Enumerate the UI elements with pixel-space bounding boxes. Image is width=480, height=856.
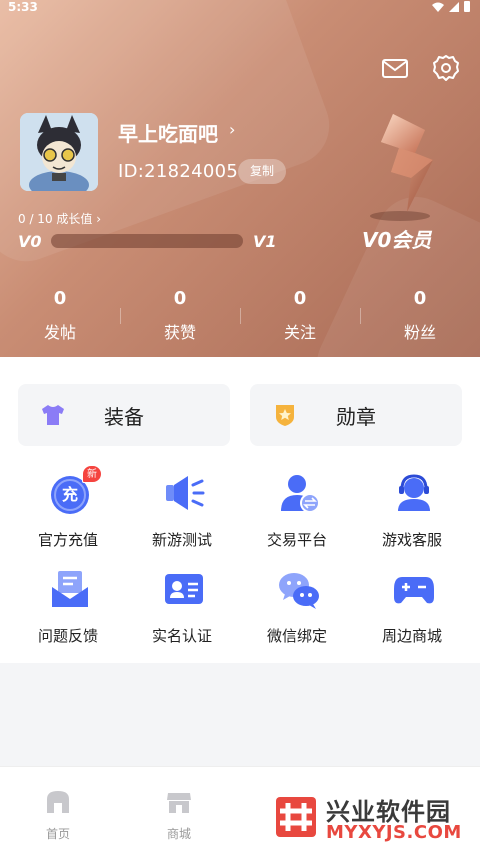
medal-button[interactable]: 勋章 [250,384,462,446]
headset-icon [398,474,430,511]
service-label: 微信绑定 [266,627,327,645]
service-label: 新游测试 [151,531,212,549]
medal-label: 勋章 [336,405,376,429]
service-wechat-bind[interactable]: 微信绑定 [237,563,357,653]
vip-badge-icon[interactable] [355,108,445,223]
status-bar: 5:33 [0,0,480,14]
recharge-glyph: 充 [61,485,78,504]
service-label: 周边商城 [381,627,442,645]
stat-value: 0 [413,288,427,309]
username[interactable]: 早上吃面吧 [118,118,218,147]
trade-icon [281,475,320,513]
stat-value: 0 [53,288,67,309]
service-customer-support[interactable]: 游戏客服 [352,467,472,557]
stats-row: 0 发帖 0 获赞 0 关注 0 粉丝 [0,286,480,346]
profile-header: 5:33 早上吃面吧 › ID:21824005 复制 0 / 10 成长值 ›… [0,0,480,357]
service-label: 官方充值 [37,531,98,549]
service-merch-store[interactable]: 周边商城 [352,563,472,653]
service-label: 问题反馈 [37,627,98,645]
signal-icon [449,1,459,12]
nav-label: 首页 [45,827,70,841]
wechat-icon [279,573,319,609]
vip-level-label: V0会员 [362,228,432,252]
avatar-image [20,113,98,191]
nav-label: 商城 [166,827,191,841]
feedback-icon [52,571,88,607]
stat-likes[interactable]: 0 获赞 [120,286,240,346]
nav-home[interactable]: 首页 [18,787,98,842]
service-label: 游戏客服 [381,531,442,549]
mail-icon[interactable] [380,53,410,83]
watermark: 兴业软件园 MYXYJS.COM [276,790,476,850]
service-label: 交易平台 [266,531,327,549]
stat-followers[interactable]: 0 粉丝 [360,286,480,346]
service-real-name-auth[interactable]: 实名认证 [122,563,242,653]
shop-icon [167,793,191,813]
equipment-button[interactable]: 装备 [18,384,230,446]
stat-label: 关注 [283,323,316,342]
stat-posts[interactable]: 0 发帖 [0,286,120,346]
stat-label: 粉丝 [403,323,436,342]
wifi-icon [432,2,444,12]
home-icon [47,791,69,813]
id-card-icon [165,574,203,604]
watermark-logo-icon [276,797,316,837]
stat-following[interactable]: 0 关注 [240,286,360,346]
watermark-url: MYXYJS.COM [326,822,462,843]
stat-value: 0 [173,288,187,309]
level-current: V0 [18,232,42,251]
avatar[interactable] [20,113,98,191]
gear-icon[interactable] [431,53,461,83]
stat-label: 获赞 [163,323,196,342]
services-panel: 装备 勋章 充 新 官方充值 新游测试 交易平台 游戏客服 问题反馈 实名认证 … [0,357,480,663]
stat-label: 发帖 [43,323,76,342]
copy-button[interactable]: 复制 [238,159,286,184]
service-official-recharge[interactable]: 充 新 官方充值 [8,465,128,557]
gamepad-icon [394,577,434,604]
user-id: ID:21824005 [118,161,239,182]
new-badge: 新 [82,465,102,483]
level-progress-bar [51,234,243,248]
equipment-label: 装备 [104,405,144,429]
stat-value: 0 [293,288,307,309]
growth-value-link[interactable]: 0 / 10 成长值 › [18,210,101,227]
service-trade-platform[interactable]: 交易平台 [237,467,357,557]
chevron-right-icon[interactable]: › [229,120,235,139]
status-time: 5:33 [8,0,38,14]
level-next: V1 [253,232,277,251]
battery-icon [464,1,470,12]
service-new-game-test[interactable]: 新游测试 [122,467,242,557]
megaphone-icon [166,476,205,510]
nav-shop[interactable]: 商城 [139,787,219,842]
service-feedback[interactable]: 问题反馈 [8,563,128,653]
service-label: 实名认证 [151,627,212,645]
